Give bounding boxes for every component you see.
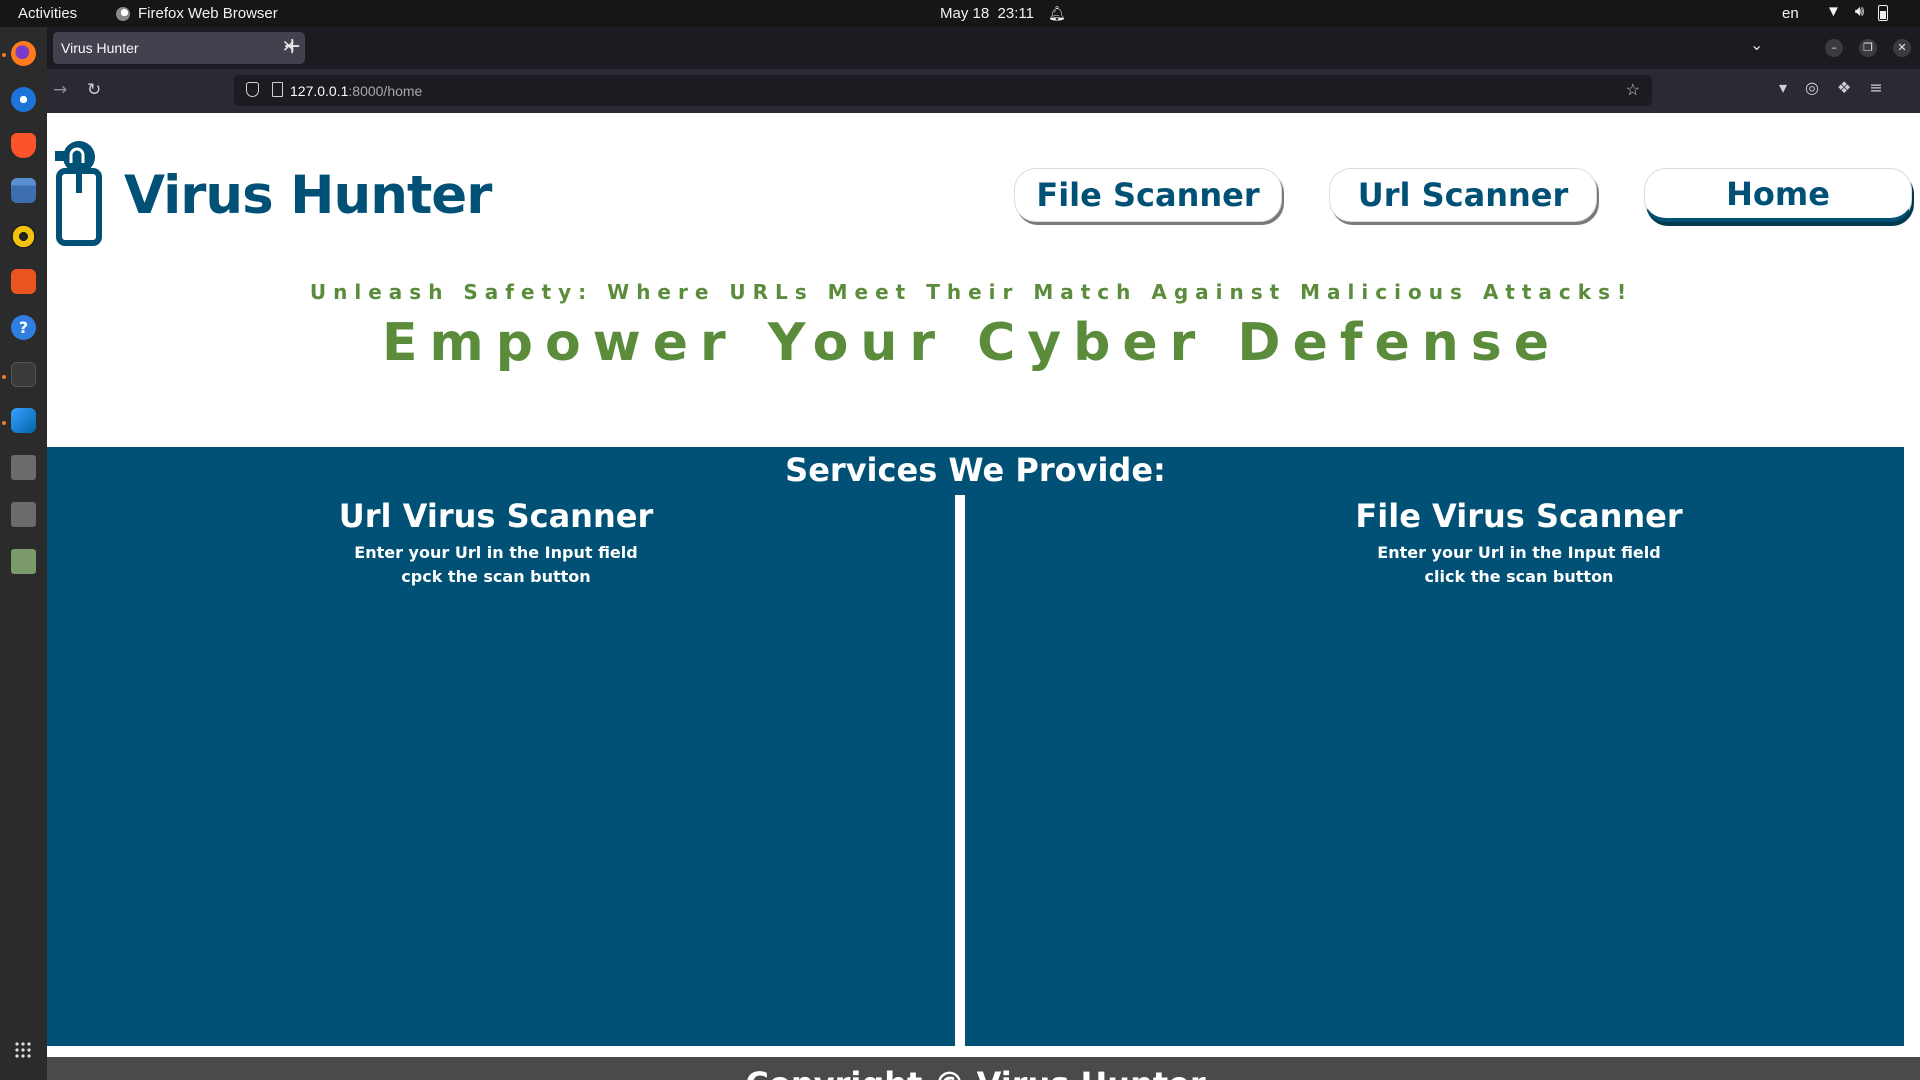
app-center-icon[interactable] bbox=[11, 269, 36, 294]
browser-tab[interactable]: Virus Hunter ✕ bbox=[53, 32, 305, 64]
focused-app-name: Firefox Web Browser bbox=[138, 5, 278, 22]
pocket-icon[interactable]: ▾ bbox=[1779, 78, 1787, 97]
wifi-icon: ▼ bbox=[1826, 3, 1841, 20]
nav-home-button[interactable]: Home bbox=[1644, 168, 1912, 222]
activities-button[interactable]: Activities bbox=[18, 5, 77, 22]
system-tray[interactable]: ▼ 🔊︎ bbox=[1826, 3, 1889, 21]
running-indicator bbox=[2, 375, 6, 379]
disk-drive-icon[interactable] bbox=[11, 455, 36, 480]
services-title: Services We Provide: bbox=[785, 451, 1166, 489]
footer-copyright: Copyright © Virus Hunter bbox=[47, 1065, 1904, 1080]
file-scanner-service-card: File Virus Scanner Enter your Url in the… bbox=[1219, 497, 1819, 589]
clock[interactable]: May 18 23:11 🔔︎ bbox=[940, 5, 1066, 22]
dock: ? bbox=[0, 27, 47, 1080]
help-icon[interactable]: ? bbox=[11, 315, 36, 340]
headline: Empower Your Cyber Defense bbox=[382, 313, 1561, 373]
url-bar[interactable]: 127.0.0.1:8000/home ☆ bbox=[234, 75, 1652, 106]
volume-icon: 🔊︎ bbox=[1854, 3, 1865, 20]
firefox-icon bbox=[116, 6, 130, 21]
url-scanner-service-title: Url Virus Scanner bbox=[338, 497, 654, 535]
mouse-logo-icon bbox=[55, 141, 102, 246]
show-apps-grid-icon[interactable] bbox=[14, 1041, 32, 1059]
firefox-icon[interactable] bbox=[11, 41, 36, 66]
url-path: :8000/home bbox=[348, 83, 423, 99]
disk-drive-icon[interactable] bbox=[11, 502, 36, 527]
page-info-icon[interactable] bbox=[272, 82, 283, 97]
url-scanner-instruction-line-2: cpck the scan button bbox=[401, 567, 591, 586]
extensions-icon[interactable]: ❖ bbox=[1837, 78, 1851, 97]
running-indicator bbox=[2, 53, 6, 57]
url-scanner-service-card: Url Virus Scanner Enter your Url in the … bbox=[196, 497, 796, 589]
toolbar-icons: ▾ ◎ ❖ ≡ bbox=[1779, 78, 1883, 97]
tab-title: Virus Hunter bbox=[61, 40, 139, 56]
trash-icon[interactable] bbox=[11, 549, 36, 574]
system-top-bar: Activities Firefox Web Browser May 18 23… bbox=[0, 0, 1920, 27]
thunderbird-icon[interactable] bbox=[11, 87, 36, 112]
url-host: 127.0.0.1 bbox=[290, 83, 349, 99]
terminal-icon[interactable] bbox=[11, 362, 36, 387]
hamburger-menu-icon[interactable]: ≡ bbox=[1869, 78, 1882, 97]
nav-file-scanner-button[interactable]: File Scanner bbox=[1014, 168, 1282, 222]
vscode-icon[interactable] bbox=[11, 408, 36, 433]
site-footer: Copyright © Virus Hunter bbox=[47, 1057, 1920, 1080]
url-scanner-instruction-line-1: Enter your Url in the Input field bbox=[354, 543, 638, 562]
site-brand[interactable]: Virus Hunter bbox=[124, 165, 492, 226]
new-tab-button[interactable]: + bbox=[283, 34, 301, 59]
battery-icon bbox=[1878, 5, 1889, 21]
forward-arrow-icon[interactable]: → bbox=[53, 80, 67, 100]
running-indicator bbox=[2, 421, 6, 425]
services-section: Services We Provide: Url Virus Scanner E… bbox=[47, 447, 1904, 1046]
services-divider bbox=[955, 495, 965, 1046]
list-all-tabs-chevron-icon[interactable]: ⌄ bbox=[1750, 35, 1763, 54]
keyboard-language-indicator[interactable]: en bbox=[1782, 5, 1799, 22]
notification-bell-icon: 🔔︎ bbox=[1047, 5, 1066, 21]
bookmark-star-icon[interactable]: ☆ bbox=[1626, 80, 1640, 100]
web-page: Virus Hunter File Scanner Url Scanner Ho… bbox=[47, 113, 1920, 1080]
close-window-button[interactable]: ✕ bbox=[1893, 39, 1911, 57]
restore-window-button[interactable]: ❐ bbox=[1859, 39, 1877, 57]
tagline: Unleash Safety: Where URLs Meet Their Ma… bbox=[309, 280, 1634, 304]
browser-nav-bar: → ↻ 127.0.0.1:8000/home ☆ ▾ ◎ ❖ ≡ bbox=[47, 69, 1920, 113]
nav-url-scanner-button[interactable]: Url Scanner bbox=[1329, 168, 1597, 222]
minimize-window-button[interactable]: – bbox=[1825, 39, 1843, 57]
file-scanner-instruction-line-2: click the scan button bbox=[1424, 567, 1614, 586]
clock-time: 23:11 bbox=[997, 5, 1034, 22]
brave-browser-icon[interactable] bbox=[11, 133, 36, 158]
account-icon[interactable]: ◎ bbox=[1805, 78, 1819, 97]
rhythmbox-icon[interactable] bbox=[11, 224, 36, 249]
reload-icon[interactable]: ↻ bbox=[87, 80, 101, 100]
url-text[interactable]: 127.0.0.1:8000/home bbox=[290, 83, 422, 99]
browser-tab-strip: Virus Hunter ✕ + ⌄ – ❐ ✕ bbox=[47, 27, 1920, 69]
tracking-protection-shield-icon[interactable] bbox=[246, 82, 259, 97]
clock-date: May 18 bbox=[940, 5, 990, 22]
focused-app-menu[interactable]: Firefox Web Browser bbox=[116, 5, 278, 22]
file-scanner-service-title: File Virus Scanner bbox=[1355, 497, 1683, 535]
files-icon[interactable] bbox=[11, 178, 36, 203]
file-scanner-instruction-line-1: Enter your Url in the Input field bbox=[1377, 543, 1661, 562]
